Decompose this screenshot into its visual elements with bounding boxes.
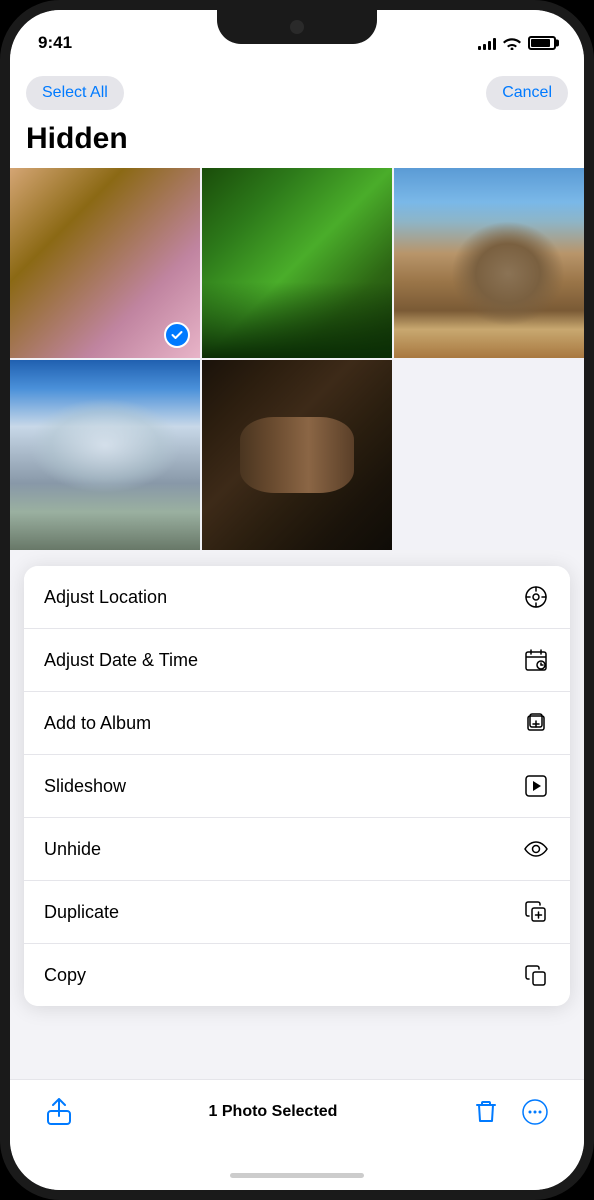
camera-notch — [290, 20, 304, 34]
copy-item[interactable]: Copy — [24, 944, 570, 1006]
copy-label: Copy — [44, 965, 86, 986]
photo-cell-3[interactable] — [394, 168, 584, 358]
add-to-album-item[interactable]: Add to Album — [24, 692, 570, 755]
adjust-date-time-label: Adjust Date & Time — [44, 650, 198, 671]
photo-cell-5[interactable] — [202, 360, 392, 550]
adjust-location-item[interactable]: Adjust Location — [24, 566, 570, 629]
location-icon — [522, 583, 550, 611]
select-all-button[interactable]: Select All — [26, 76, 124, 110]
share-icon — [46, 1098, 72, 1126]
cancel-button[interactable]: Cancel — [486, 76, 568, 110]
bottom-toolbar: 1 Photo Selected — [10, 1079, 584, 1160]
share-button[interactable] — [42, 1094, 76, 1130]
photo-grid — [10, 168, 584, 550]
selection-checkmark — [164, 322, 190, 348]
action-sheet-overlay: Adjust Location Adjust D — [10, 550, 584, 1079]
trash-icon — [474, 1099, 498, 1125]
status-bar: 9:41 — [10, 10, 584, 62]
status-icons — [478, 36, 556, 50]
screen: 9:41 Select All — [10, 10, 584, 1190]
photo-cell-1[interactable] — [10, 168, 200, 358]
phone-frame: 9:41 Select All — [0, 0, 594, 1200]
unhide-item[interactable]: Unhide — [24, 818, 570, 881]
adjust-date-time-item[interactable]: Adjust Date & Time — [24, 629, 570, 692]
adjust-location-label: Adjust Location — [44, 587, 167, 608]
copy-icon — [522, 961, 550, 989]
header: Select All Cancel — [10, 62, 584, 118]
more-button[interactable] — [518, 1095, 552, 1129]
signal-icon — [478, 37, 496, 50]
battery-icon — [528, 36, 556, 50]
play-icon — [522, 772, 550, 800]
home-bar — [230, 1173, 364, 1178]
action-sheet: Adjust Location Adjust D — [24, 566, 570, 1006]
calendar-icon — [522, 646, 550, 674]
unhide-label: Unhide — [44, 839, 101, 860]
duplicate-item[interactable]: Duplicate — [24, 881, 570, 944]
slideshow-item[interactable]: Slideshow — [24, 755, 570, 818]
slideshow-label: Slideshow — [44, 776, 126, 797]
delete-button[interactable] — [470, 1095, 502, 1129]
more-icon — [522, 1099, 548, 1125]
selection-status-text: 1 Photo Selected — [209, 1103, 338, 1121]
add-to-album-label: Add to Album — [44, 713, 151, 734]
page-title: Hidden — [10, 118, 584, 168]
status-time: 9:41 — [38, 33, 72, 53]
photo-cell-2[interactable] — [202, 168, 392, 358]
wifi-icon — [503, 36, 521, 50]
eye-icon — [522, 835, 550, 863]
home-indicator — [10, 1160, 584, 1190]
duplicate-icon — [522, 898, 550, 926]
add-album-icon — [522, 709, 550, 737]
photo-cell-4[interactable] — [10, 360, 200, 550]
duplicate-label: Duplicate — [44, 902, 119, 923]
